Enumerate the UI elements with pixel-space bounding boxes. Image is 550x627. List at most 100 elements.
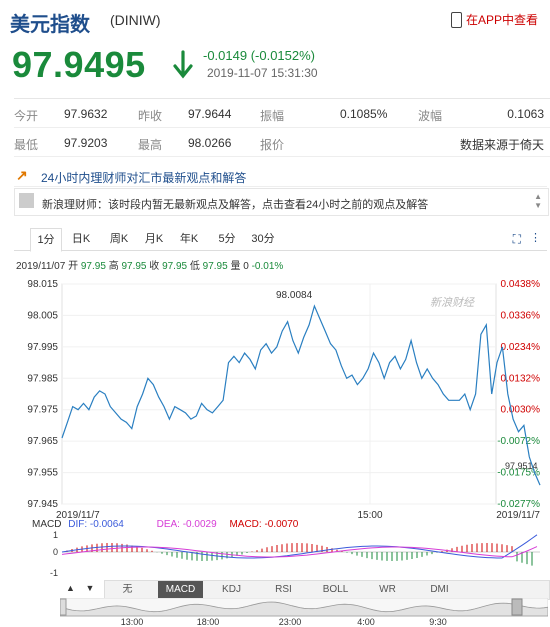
stat-value: 0.1063 bbox=[507, 107, 544, 121]
tab-1min[interactable]: 1分 bbox=[30, 228, 62, 252]
info-close: 97.95 bbox=[162, 261, 188, 272]
right-tick-label: 0.0030% bbox=[501, 405, 541, 416]
y-tick-label: 97.945 bbox=[27, 499, 58, 510]
stats-row: 今开 97.9632 昨收 97.9644 振幅 0.1085% 波幅 0.10… bbox=[14, 99, 550, 128]
right-tick-label: 0.0438% bbox=[501, 279, 541, 290]
macd-lines bbox=[61, 534, 538, 559]
advisor-message-text: 新浪理财师：该时段内暂无最新观点及解答，点击查看24小时之前的观点及解答 bbox=[42, 199, 429, 211]
y-tick-label: 97.985 bbox=[27, 373, 58, 384]
stat-label: 波幅 bbox=[418, 109, 443, 123]
right-tick-label: -0.0072% bbox=[497, 436, 540, 447]
macd-dea: DEA: -0.0029 bbox=[156, 519, 217, 530]
open-in-app-label: 在APP中查看 bbox=[465, 13, 538, 27]
stat-label: 昨收 bbox=[138, 109, 163, 123]
navigator-label: 9:30 bbox=[429, 617, 447, 626]
stat-value: 97.9632 bbox=[64, 107, 108, 121]
tab-indicator-dmi[interactable]: DMI bbox=[417, 581, 462, 599]
max-label: 98.0084 bbox=[276, 290, 313, 301]
info-volume: 量 0 bbox=[230, 261, 249, 272]
advisor-message[interactable]: 新浪理财师：该时段内暂无最新观点及解答，点击查看24小时之前的观点及解答 ▲ ▼ bbox=[14, 188, 549, 216]
current-price: 97.9495 bbox=[12, 44, 146, 85]
stats-table: 今开 97.9632 昨收 97.9644 振幅 0.1085% 波幅 0.10… bbox=[14, 98, 550, 157]
stats-row: 最低 97.9203 最高 98.0266 报价 数据来源于倚天 bbox=[14, 128, 550, 157]
tab-month-k[interactable]: 月K bbox=[139, 228, 169, 250]
tab-day-k[interactable]: 日K bbox=[66, 228, 96, 250]
indicator-arrows: ▲ ▼ bbox=[66, 583, 94, 593]
tab-indicator-wr[interactable]: WR bbox=[365, 581, 410, 599]
down-arrow-small-icon[interactable]: ▼ bbox=[85, 583, 94, 593]
navigator-labels: 13:00 18:00 23:00 4:00 9:30 bbox=[121, 617, 447, 626]
macd-y-tick: -1 bbox=[50, 568, 58, 578]
ticker-code: (DINIW) bbox=[110, 12, 161, 28]
price-series bbox=[61, 304, 541, 486]
fullscreen-icon[interactable]: ⛶ bbox=[513, 232, 521, 247]
stat-value: 97.9644 bbox=[188, 107, 232, 121]
open-in-app-link[interactable]: 在APP中查看 bbox=[450, 11, 538, 28]
y-tick-label: 97.965 bbox=[27, 436, 58, 447]
last-price-label: 97.9514 bbox=[505, 461, 538, 471]
stat-label: 振幅 bbox=[260, 109, 285, 123]
macd-legend: MACD DIF: -0.0064 DEA: -0.0029 MACD: -0.… bbox=[32, 519, 298, 530]
down-arrow-icon bbox=[172, 50, 194, 85]
info-date: 2019/11/07 bbox=[16, 261, 66, 272]
stat-value: 97.9203 bbox=[64, 136, 108, 150]
period-tabs: 1分 日K 周K 月K 年K 5分 30分 ⛶ ⋮ bbox=[14, 228, 547, 252]
info-open-label: 开 bbox=[68, 261, 79, 272]
advisor-notice[interactable]: ↗ 24小时内理财师对汇市最新观点和解答 bbox=[14, 164, 547, 187]
stat-label: 报价 bbox=[260, 138, 285, 152]
right-tick-label: 0.0234% bbox=[501, 342, 541, 353]
info-pct: -0.01% bbox=[251, 261, 284, 272]
price-change: -0.0149 (-0.0152%) bbox=[203, 48, 316, 63]
chart-grid bbox=[61, 283, 497, 505]
macd-y-tick: 1 bbox=[53, 530, 58, 540]
page-title: 美元指数 bbox=[10, 14, 90, 36]
tab-indicator-kdj[interactable]: KDJ bbox=[209, 581, 254, 599]
price-line bbox=[61, 304, 541, 486]
y-tick-label: 97.995 bbox=[27, 342, 58, 353]
more-icon[interactable]: ⋮ bbox=[530, 231, 541, 244]
navigator-handle[interactable] bbox=[511, 598, 523, 616]
navigator-handle-left[interactable] bbox=[60, 598, 67, 616]
indicator-tabs: 无 MACD KDJ RSI BOLL WR DMI bbox=[104, 580, 550, 600]
tab-indicator-boll[interactable]: BOLL bbox=[313, 581, 358, 599]
time-navigator[interactable]: 13:00 18:00 23:00 4:00 9:30 bbox=[60, 598, 548, 626]
tab-indicator-rsi[interactable]: RSI bbox=[261, 581, 306, 599]
tab-year-k[interactable]: 年K bbox=[174, 228, 204, 250]
y-tick-label: 98.005 bbox=[27, 310, 58, 321]
info-low: 97.95 bbox=[202, 261, 228, 272]
tab-indicator-macd[interactable]: MACD bbox=[158, 581, 203, 599]
info-high: 97.95 bbox=[121, 261, 147, 272]
trend-icon: ↗ bbox=[16, 167, 28, 183]
y-tick-label: 98.015 bbox=[27, 279, 58, 290]
stat-label: 最高 bbox=[138, 138, 163, 152]
tab-5min[interactable]: 5分 bbox=[212, 228, 242, 250]
up-arrow-icon[interactable]: ▲ bbox=[66, 583, 75, 593]
macd-y-tick: 0 bbox=[53, 547, 58, 557]
macd-dif: DIF: -0.0064 bbox=[68, 519, 124, 530]
y-axis: 98.015 98.005 97.995 97.985 97.975 97.965 97.9… bbox=[27, 279, 58, 510]
x-tick-label: 2019/11/7 bbox=[496, 510, 540, 520]
right-tick-label: -0.0277% bbox=[497, 499, 540, 510]
stat-label: 最低 bbox=[14, 138, 39, 152]
tab-30min[interactable]: 30分 bbox=[248, 228, 278, 250]
price-chart[interactable]: 98.015 98.005 97.995 97.985 97.975 97.965 97.9… bbox=[0, 274, 550, 520]
stat-value: 98.0266 bbox=[188, 136, 232, 150]
ohlc-info: 2019/11/07 开 97.95 高 97.95 收 97.95 低 97.… bbox=[16, 257, 283, 272]
macd-title: MACD bbox=[32, 519, 62, 530]
scroll-arrows-icon[interactable]: ▲ ▼ bbox=[534, 192, 542, 210]
dif-line bbox=[61, 534, 538, 559]
data-source: 数据来源于倚天 bbox=[459, 138, 544, 152]
x-tick-label: 15:00 bbox=[357, 510, 382, 520]
info-low-label: 低 bbox=[189, 261, 200, 272]
stat-value: 0.1085% bbox=[340, 107, 388, 121]
macd-value: MACD: -0.0070 bbox=[229, 519, 299, 530]
tab-indicator-none[interactable]: 无 bbox=[105, 581, 150, 599]
info-open: 97.95 bbox=[80, 261, 106, 272]
navigator-label: 4:00 bbox=[357, 617, 375, 626]
y-tick-label: 97.955 bbox=[27, 468, 58, 479]
macd-y-axis: 1 0 -1 bbox=[50, 530, 540, 578]
right-tick-label: 0.0336% bbox=[501, 310, 541, 321]
tab-week-k[interactable]: 周K bbox=[104, 228, 134, 250]
avatar bbox=[19, 193, 34, 208]
watermark: 新浪财经 bbox=[430, 296, 475, 309]
